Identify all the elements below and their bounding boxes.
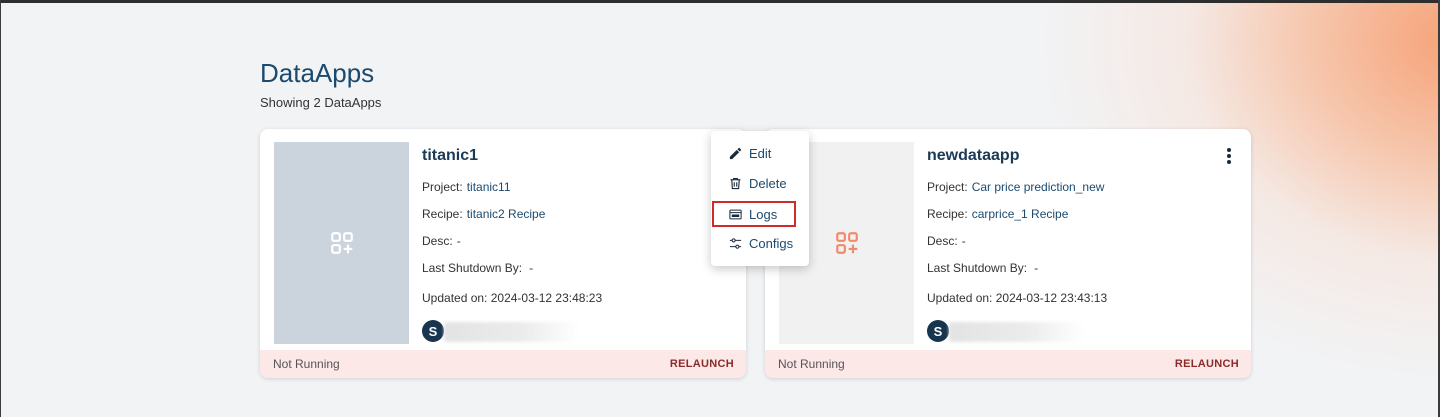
card-footer: Not Running RELAUNCH (765, 350, 1251, 378)
avatar: S (927, 320, 949, 342)
page-title: DataApps (260, 58, 375, 88)
project-label: Project: (927, 180, 968, 194)
shutdown-row: Last Shutdown By: - (927, 261, 1038, 275)
project-row: Project: titanic11 (422, 180, 511, 194)
recipe-label: Recipe: (927, 207, 968, 221)
desc-value: - (961, 234, 966, 248)
recipe-label: Recipe: (422, 207, 463, 221)
status-text: Not Running (273, 357, 340, 371)
project-link[interactable]: Car price prediction_new (972, 180, 1105, 194)
menu-item-label: Logs (749, 206, 778, 222)
desc-row: Desc: - (927, 234, 966, 248)
menu-item-label: Edit (749, 145, 772, 161)
apps-add-icon (330, 232, 353, 254)
context-menu: Edit Delete Logs Configs (711, 131, 809, 266)
trash-icon (727, 175, 743, 191)
pencil-icon (727, 145, 743, 161)
menu-item-label: Delete (749, 175, 787, 191)
menu-item-configs[interactable]: Configs (711, 230, 809, 256)
page-subtitle: Showing 2 DataApps (260, 95, 382, 110)
shutdown-label: Last Shutdown By: (927, 261, 1028, 275)
dataapp-title[interactable]: titanic1 (422, 147, 478, 165)
project-link[interactable]: titanic11 (467, 180, 511, 194)
relaunch-button[interactable]: RELAUNCH (1175, 358, 1239, 370)
updated-on: Updated on: 2024-03-12 23:48:23 (422, 291, 603, 305)
status-text: Not Running (778, 357, 845, 371)
relaunch-button[interactable]: RELAUNCH (670, 358, 734, 370)
menu-item-label: Configs (749, 235, 794, 251)
redacted-user-name (949, 322, 1084, 342)
dataapp-card[interactable]: titanic1 Project: titanic11 Recipe: titani… (260, 129, 746, 378)
menu-item-delete[interactable]: Delete (711, 170, 809, 196)
more-options-icon[interactable] (1223, 146, 1235, 166)
dataapp-thumbnail[interactable] (274, 142, 409, 344)
avatar: S (422, 320, 444, 342)
menu-item-logs[interactable]: Logs (711, 201, 809, 227)
recipe-link[interactable]: titanic2 Recipe (467, 207, 546, 221)
dataapp-title[interactable]: newdataapp (927, 147, 1019, 165)
window-top-border (0, 0, 1440, 3)
desc-label: Desc: (927, 234, 958, 248)
card-footer: Not Running RELAUNCH (260, 350, 746, 378)
recipe-link[interactable]: carprice_1 Recipe (972, 207, 1069, 221)
apps-add-icon (835, 232, 858, 254)
dataapp-card[interactable]: newdataapp Project: Car price prediction_… (765, 129, 1251, 378)
shutdown-row: Last Shutdown By: - (422, 261, 533, 275)
sliders-icon (727, 235, 743, 251)
shutdown-value: - (1034, 261, 1039, 275)
window-left-border (0, 0, 1, 417)
updated-on: Updated on: 2024-03-12 23:43:13 (927, 291, 1108, 305)
project-row: Project: Car price prediction_new (927, 180, 1104, 194)
shutdown-label: Last Shutdown By: (422, 261, 523, 275)
desc-row: Desc: - (422, 234, 461, 248)
redacted-user-name (444, 322, 579, 342)
logs-icon (727, 206, 743, 222)
desc-value: - (456, 234, 461, 248)
shutdown-value: - (529, 261, 534, 275)
recipe-row: Recipe: titanic2 Recipe (422, 207, 545, 221)
menu-item-edit[interactable]: Edit (711, 140, 809, 166)
recipe-row: Recipe: carprice_1 Recipe (927, 207, 1068, 221)
desc-label: Desc: (422, 234, 453, 248)
project-label: Project: (422, 180, 463, 194)
